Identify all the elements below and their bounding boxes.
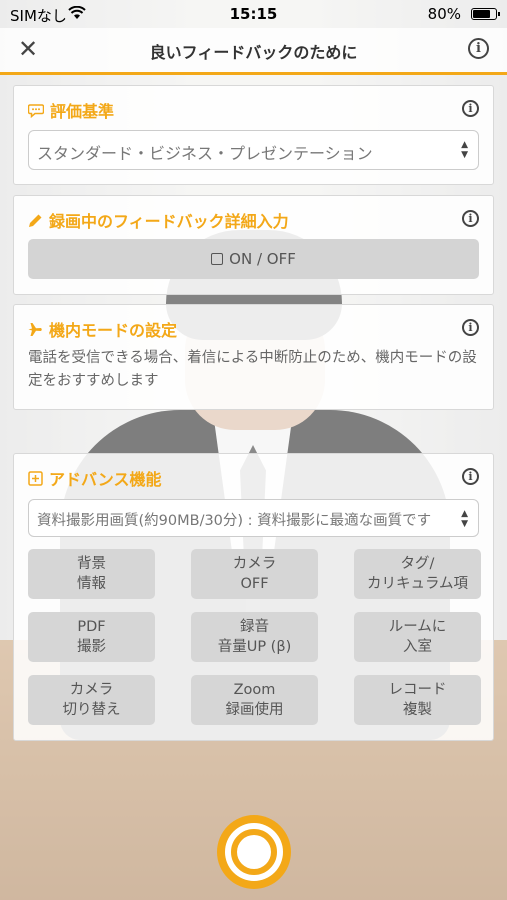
camera-off-button[interactable]: カメラ OFF (191, 549, 318, 599)
button-label: 録音 (240, 619, 269, 635)
evaluation-select[interactable]: スタンダード・ビジネス・プレゼンテーション ▲ ▼ (28, 130, 479, 170)
button-label: 録画使用 (225, 702, 284, 718)
button-label: 音量UP (β) (217, 639, 292, 655)
button-label: 背景 (77, 556, 106, 572)
button-label: カメラ (232, 556, 277, 572)
tag-curriculum-button[interactable]: タグ/カリキュラム項 (354, 549, 481, 599)
evaluation-info-icon[interactable]: i (462, 100, 479, 117)
zoom-recording-button[interactable]: Zoom 録画使用 (191, 675, 318, 725)
advanced-card: アドバンス機能 i 資料撮影用画質(約90MB/30分) : 資料撮影に最適な画… (13, 453, 494, 741)
airplane-mode-description: 電話を受信できる場合、着信による中断防止のため、機内モードの設定をおすすめします (28, 350, 477, 389)
quality-select[interactable]: 資料撮影用画質(約90MB/30分) : 資料撮影に最適な画質です ▲ ▼ (28, 499, 479, 537)
advanced-header: アドバンス機能 (28, 466, 161, 490)
info-icon[interactable]: i (468, 38, 489, 59)
button-label: PDF (77, 619, 106, 635)
recording-feedback-info-icon[interactable]: i (462, 210, 479, 227)
button-label: 情報 (77, 576, 106, 592)
battery-icon (471, 8, 500, 20)
record-button-ring (225, 823, 283, 881)
evaluation-header: 評価基準 (27, 98, 115, 122)
button-label: 撮影 (77, 639, 106, 655)
record-button-core (229, 827, 279, 877)
airplane-mode-header: 機内モードの設定 (28, 317, 177, 341)
airplane-icon (28, 323, 42, 336)
recording-feedback-header: 録画中のフィードバック詳細入力 (28, 208, 289, 232)
battery-percent: 80% (427, 5, 461, 23)
toggle-label: ON / OFF (229, 250, 296, 268)
button-label: タグ/ (400, 556, 435, 572)
button-label: OFF (240, 576, 269, 592)
recording-feedback-title: 録画中のフィードバック詳細入力 (49, 212, 289, 231)
quality-selected-value: 資料撮影用画質(約90MB/30分) : 資料撮影に最適な画質です (37, 513, 432, 529)
pdf-capture-button[interactable]: PDF 撮影 (28, 612, 155, 662)
airplane-mode-card: 機内モードの設定 i 電話を受信できる場合、着信による中断防止のため、機内モード… (13, 304, 494, 410)
volume-up-button[interactable]: 録音音量UP (β) (191, 612, 318, 662)
checkbox-icon (211, 253, 224, 265)
button-label: Zoom (233, 682, 276, 698)
button-label: ルームに (388, 619, 447, 635)
button-label: カリキュラム項 (366, 576, 469, 592)
record-button[interactable] (217, 815, 291, 889)
nav-bar: ✕ 良いフィードバックのために i (0, 28, 507, 75)
enter-room-button[interactable]: ルームに 入室 (354, 612, 481, 662)
evaluation-title: 評価基準 (50, 102, 115, 121)
button-label: 複製 (403, 702, 432, 718)
select-arrows-icon: ▲ ▼ (461, 509, 468, 529)
pencil-icon (29, 214, 42, 227)
select-arrows-icon: ▲ ▼ (461, 140, 468, 160)
airplane-mode-title: 機内モードの設定 (49, 321, 178, 340)
button-label: レコード (388, 682, 447, 698)
advanced-title: アドバンス機能 (49, 470, 162, 489)
page-title: 良いフィードバックのために (149, 43, 358, 62)
switch-camera-button[interactable]: カメラ 切り替え (28, 675, 155, 725)
plus-square-icon (28, 471, 43, 486)
button-label: 切り替え (62, 702, 121, 718)
airplane-mode-info-icon[interactable]: i (462, 319, 479, 336)
duplicate-record-button[interactable]: レコード 複製 (354, 675, 481, 725)
background-info-button[interactable]: 背景 情報 (28, 549, 155, 599)
evaluation-selected-value: スタンダード・ビジネス・プレゼンテーション (37, 144, 373, 163)
button-label: カメラ (69, 682, 114, 698)
evaluation-card: 評価基準 i スタンダード・ビジネス・プレゼンテーション ▲ ▼ (13, 85, 494, 185)
recording-feedback-card: 録画中のフィードバック詳細入力 i ON / OFF (13, 195, 494, 295)
button-label: 入室 (403, 639, 432, 655)
status-bar: SIMなし 15:15 80% (0, 0, 507, 28)
speech-bubble-icon (27, 104, 45, 119)
advanced-info-icon[interactable]: i (462, 468, 479, 485)
recording-feedback-toggle[interactable]: ON / OFF (28, 239, 479, 279)
